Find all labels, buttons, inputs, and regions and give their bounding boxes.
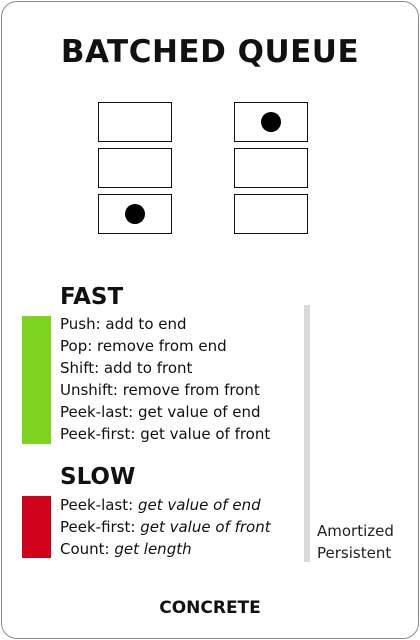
fast-heading: FAST — [60, 284, 124, 310]
slow-op-count: Count: get length — [60, 538, 271, 560]
footer-label: CONCRETE — [159, 598, 261, 618]
slow-op-name: Peek-last: — [60, 496, 134, 514]
slow-op-desc: get value of front — [140, 518, 271, 536]
side-note: Amortized Persistent — [317, 520, 394, 564]
slow-op-name: Peek-first: — [60, 518, 136, 536]
right-stack-cell-2 — [234, 148, 308, 188]
fast-op-peek-last: Peek-last: get value of end — [60, 403, 261, 421]
slow-op-peek-first: Peek-first: get value of front — [60, 516, 271, 538]
left-stack-cell-1 — [98, 102, 172, 142]
slow-color-bar — [22, 496, 51, 558]
slow-heading: SLOW — [60, 464, 136, 490]
right-stack-cell-1 — [234, 102, 308, 142]
fast-op-peek-first: Peek-first: get value of front — [60, 425, 271, 443]
fast-op-unshift: Unshift: remove from front — [60, 381, 260, 399]
fast-op-push: Push: add to end — [60, 315, 187, 333]
page-title: BATCHED QUEUE — [60, 34, 360, 70]
slow-op-desc: get value of end — [137, 496, 261, 514]
slow-op-desc: get length — [114, 540, 192, 558]
fast-op-pop: Pop: remove from end — [60, 337, 227, 355]
side-note-persistent: Persistent — [317, 544, 392, 562]
queue-item-dot — [125, 204, 145, 224]
divider-line — [304, 305, 310, 562]
left-stack-cell-2 — [98, 148, 172, 188]
slow-op-name: Count: — [60, 540, 110, 558]
right-stack-cell-3 — [234, 194, 308, 234]
fast-op-shift: Shift: add to front — [60, 359, 193, 377]
fast-operations-list: Push: add to end Pop: remove from end Sh… — [60, 313, 270, 445]
left-stack-cell-3 — [98, 194, 172, 234]
slow-op-peek-last: Peek-last: get value of end — [60, 494, 271, 516]
fast-color-bar — [22, 316, 51, 444]
slow-operations-list: Peek-last: get value of end Peek-first: … — [60, 494, 271, 560]
queue-item-dot — [261, 112, 281, 132]
side-note-amortized: Amortized — [317, 522, 394, 540]
